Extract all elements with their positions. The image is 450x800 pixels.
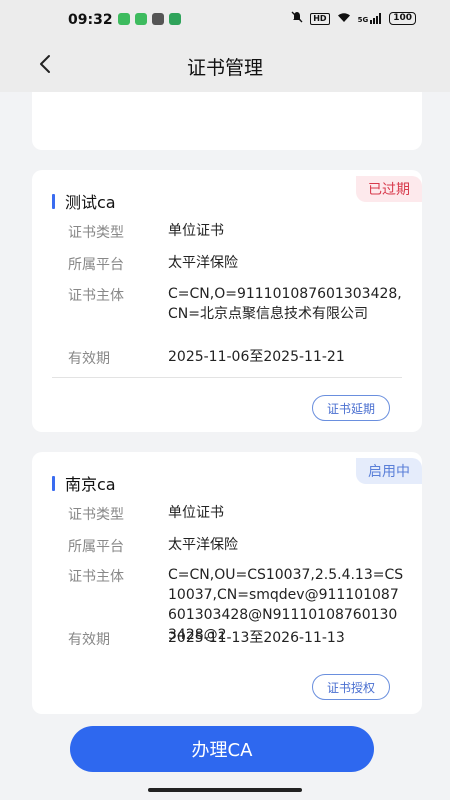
validity-label: 有效期: [68, 351, 110, 367]
certificate-card-partial: [32, 92, 422, 150]
message-icon: [135, 13, 147, 25]
hd-badge: HD: [310, 12, 330, 25]
subject-label: 证书主体: [68, 569, 124, 585]
title-accent-bar: [52, 475, 55, 491]
validity-label: 有效期: [68, 632, 110, 648]
title-accent-bar: [52, 193, 55, 209]
certificate-name: 南京ca: [65, 475, 116, 494]
platform-value: 太平洋保险: [168, 255, 238, 271]
subject-value: C=CN,O=911101087601303428,CN=北京点聚信息技术有限公…: [168, 286, 402, 322]
platform-label: 所属平台: [68, 539, 124, 555]
wechat-icon: [152, 13, 164, 25]
screen: 09:32 HD 5G 100 证书管理 测试ca 已过期 证书类型 单位证书 …: [0, 0, 450, 800]
status-bar: 09:32 HD 5G 100: [0, 0, 450, 40]
certificate-card: 测试ca 已过期 证书类型 单位证书 所属平台 太平洋保险 证书主体 C=CN,…: [32, 170, 422, 432]
type-value: 单位证书: [168, 505, 224, 521]
certificate-title: 南京ca: [52, 471, 116, 495]
platform-label: 所属平台: [68, 257, 124, 273]
certificate-card: 南京ca 启用中 证书类型 单位证书 所属平台 太平洋保险 证书主体 C=CN,…: [32, 452, 422, 714]
notification-icons: [118, 13, 181, 25]
platform-value: 太平洋保险: [168, 537, 238, 553]
type-label: 证书类型: [68, 507, 124, 523]
apply-ca-button[interactable]: 办理CA: [70, 726, 374, 772]
authorize-certificate-button[interactable]: 证书授权: [311, 674, 390, 700]
page-title: 证书管理: [186, 57, 263, 79]
certificate-name: 测试ca: [65, 193, 116, 212]
type-label: 证书类型: [68, 225, 124, 241]
extend-certificate-button[interactable]: 证书延期: [311, 395, 390, 421]
app-notification-icon: [169, 13, 181, 25]
type-value: 单位证书: [168, 223, 224, 239]
signal-icon: 5G: [358, 13, 383, 24]
app-notification-icon: [118, 13, 130, 25]
wifi-icon: [337, 12, 351, 26]
status-right: HD 5G 100: [291, 11, 416, 26]
mute-icon: [291, 11, 303, 26]
subject-label: 证书主体: [68, 288, 124, 304]
status-time: 09:32: [68, 12, 113, 28]
nav-bar: 证书管理: [0, 40, 450, 92]
certificate-title: 测试ca: [52, 189, 116, 213]
status-badge: 已过期: [356, 176, 422, 202]
status-badge: 启用中: [356, 458, 422, 484]
divider: [52, 377, 402, 378]
battery-icon: 100: [389, 12, 416, 25]
validity-value: 2025-11-13至2026-11-13: [168, 630, 345, 646]
home-indicator: [148, 788, 302, 792]
validity-value: 2025-11-06至2025-11-21: [168, 349, 345, 365]
